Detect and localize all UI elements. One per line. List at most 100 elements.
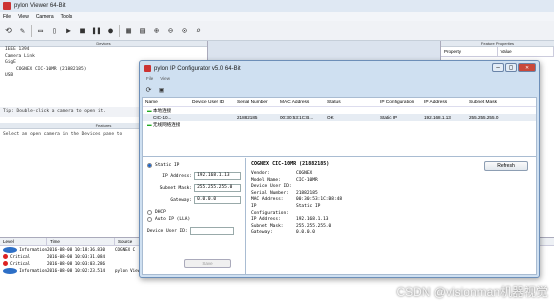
dhcp-radio[interactable]: DHCP bbox=[147, 210, 241, 215]
group-row[interactable]: ▬ 无线网络连接 bbox=[143, 121, 536, 128]
autoip-radio[interactable]: Auto IP (LLA) bbox=[147, 217, 241, 222]
device-info-fields: Vendor: COGNEX Model Name: CIC-10MR Device U… bbox=[251, 171, 531, 237]
mask-row: Subnet Mask: 255.255.255.0 bbox=[155, 184, 241, 192]
dialog-title: pylon IP Configurator v5.0 64-Bit bbox=[154, 65, 241, 72]
autoip-label: Auto IP (LLA) bbox=[155, 217, 191, 222]
close-icon[interactable]: ✕ bbox=[518, 63, 536, 72]
wireless-icon: ▬ bbox=[147, 121, 152, 127]
group-row[interactable]: ▬ 本地连接 bbox=[143, 107, 536, 114]
gateway-input[interactable]: 0.0.0.0 bbox=[194, 196, 241, 204]
info-icon bbox=[3, 267, 18, 274]
info-key: IP Configuration: bbox=[251, 203, 289, 216]
column-property[interactable]: Property bbox=[441, 47, 498, 56]
menu-view[interactable]: View bbox=[18, 14, 29, 20]
grid-icon[interactable]: ▦ bbox=[123, 25, 134, 36]
ip-configurator-dialog: pylon IP Configurator v5.0 64-Bit – □ ✕ … bbox=[139, 60, 540, 278]
dialog-toolbar: ⟳ ▣ bbox=[140, 84, 539, 96]
log-time: 2016-08-08 10:02:23.514 bbox=[47, 268, 105, 273]
info-row: Serial Number: 21882185 bbox=[251, 191, 531, 198]
window-title: pylon Viewer 64-Bit bbox=[14, 3, 66, 9]
ip-input[interactable]: 192.168.1.13 bbox=[194, 172, 241, 180]
cell-status: OK bbox=[327, 115, 334, 120]
menu-camera[interactable]: Camera bbox=[36, 14, 54, 20]
gateway-label: Gateway: bbox=[170, 197, 193, 203]
watermark: CSDN @visionman机器视觉 bbox=[396, 285, 548, 299]
app-logo-icon bbox=[3, 2, 11, 10]
info-row: IP Configuration: Static IP bbox=[251, 204, 531, 217]
cell-ip: 192.168.1.13 bbox=[424, 115, 451, 120]
dialog-title-bar: pylon IP Configurator v5.0 64-Bit bbox=[140, 61, 539, 76]
mask-label: Subnet Mask: bbox=[159, 185, 193, 191]
radio-checked-icon bbox=[147, 163, 152, 168]
log-level: Critical bbox=[10, 261, 31, 266]
camera-table: Name Device User ID Serial Number MAC Ad… bbox=[143, 98, 536, 157]
dialog-menu-view[interactable]: View bbox=[160, 76, 170, 84]
maximize-icon[interactable]: □ bbox=[505, 63, 517, 72]
zoom-fit-icon[interactable]: ⊙ bbox=[179, 25, 190, 36]
refresh-devices-icon[interactable]: ⟲ bbox=[3, 25, 14, 36]
info-key: Gateway: bbox=[251, 230, 273, 236]
ip-row: IP Address: 192.168.1.13 bbox=[155, 172, 241, 180]
open-camera-icon[interactable]: ▭ bbox=[35, 25, 46, 36]
stop-icon[interactable]: ■ bbox=[77, 25, 88, 36]
dialog-save-icon[interactable]: ▣ bbox=[157, 86, 166, 95]
col-status[interactable]: Status bbox=[325, 100, 378, 105]
info-row: Model Name: CIC-10MR bbox=[251, 178, 531, 185]
radio-icon bbox=[147, 217, 152, 222]
dialog-menu-file[interactable]: File bbox=[146, 76, 153, 84]
minimize-icon[interactable]: – bbox=[492, 63, 504, 72]
info-value: 192.168.1.13 bbox=[296, 217, 329, 223]
save-button[interactable]: Save bbox=[184, 259, 231, 268]
col-mask[interactable]: Subnet Mask bbox=[467, 100, 536, 105]
config-icon[interactable]: ✎ bbox=[17, 25, 28, 36]
refresh-button[interactable]: Refresh bbox=[484, 161, 528, 171]
menu-tools[interactable]: Tools bbox=[61, 14, 73, 20]
info-row: MAC Address: 00:30:53:1C:B8:48 bbox=[251, 197, 531, 204]
col-serial[interactable]: Serial Number bbox=[235, 100, 278, 105]
static-ip-radio[interactable]: Static IP bbox=[147, 163, 241, 168]
col-ip-config[interactable]: IP Configuration bbox=[378, 100, 422, 105]
zoom-out-icon[interactable]: ⊖ bbox=[165, 25, 176, 36]
column-value[interactable]: Value bbox=[498, 47, 554, 56]
zoom-in-icon[interactable]: ⊕ bbox=[151, 25, 162, 36]
pylon-viewer-window: pylon Viewer 64-Bit File View Camera Too… bbox=[0, 0, 554, 304]
cell-mac: 00:30:53:1C:B... bbox=[280, 115, 314, 120]
info-key: Vendor: bbox=[251, 171, 270, 176]
info-icon bbox=[3, 246, 18, 253]
col-user-id[interactable]: Device User ID bbox=[190, 100, 235, 105]
dialog-refresh-icon[interactable]: ⟳ bbox=[144, 86, 153, 95]
mask-input[interactable]: 255.255.255.0 bbox=[194, 184, 241, 192]
uid-label: Device User ID: bbox=[147, 228, 188, 234]
info-row: Subnet Mask: 255.255.255.0 bbox=[251, 224, 531, 231]
single-shot-icon[interactable]: ▶ bbox=[63, 25, 74, 36]
col-mac[interactable]: MAC Address bbox=[278, 100, 325, 105]
close-camera-icon[interactable]: ▯ bbox=[49, 25, 60, 36]
menu-file[interactable]: File bbox=[3, 14, 11, 20]
dialog-logo-icon bbox=[144, 65, 151, 72]
uid-input[interactable] bbox=[189, 227, 234, 235]
feature-properties-header: Property Value bbox=[441, 47, 554, 57]
save-image-icon[interactable]: ▤ bbox=[137, 25, 148, 36]
toolbar-separator bbox=[119, 24, 120, 37]
critical-icon bbox=[3, 261, 8, 266]
log-column-time[interactable]: Time bbox=[47, 238, 115, 245]
log-level: Critical bbox=[10, 254, 31, 259]
cell-ip-config: Static IP bbox=[380, 115, 398, 120]
col-ip[interactable]: IP Address bbox=[422, 100, 467, 105]
log-column-level[interactable]: Level bbox=[0, 238, 47, 245]
window-controls: – □ ✕ bbox=[492, 63, 536, 72]
radio-icon bbox=[147, 210, 152, 215]
camera-table-header: Name Device User ID Serial Number MAC Ad… bbox=[143, 98, 536, 107]
ip-config-form: Static IP IP Address: 192.168.1.13 Subnet… bbox=[143, 158, 246, 274]
col-name[interactable]: Name bbox=[143, 100, 190, 105]
camera-row[interactable]: CIC-10... 21882185 00:30:53:1C:B... OK S… bbox=[143, 114, 536, 121]
group-label: 无线网络连接 bbox=[152, 121, 181, 127]
toolbar-separator bbox=[31, 24, 32, 37]
log-time: 2016-08-08 10:03:03.286 bbox=[47, 261, 105, 266]
zoom-100-icon[interactable]: ⌕ bbox=[193, 25, 204, 36]
critical-icon bbox=[3, 254, 8, 259]
pause-icon[interactable]: ❚❚ bbox=[91, 25, 102, 36]
info-row: IP Address: 192.168.1.13 bbox=[251, 217, 531, 224]
cell-serial: 21882185 bbox=[237, 115, 258, 120]
record-icon[interactable]: ● bbox=[105, 25, 116, 36]
